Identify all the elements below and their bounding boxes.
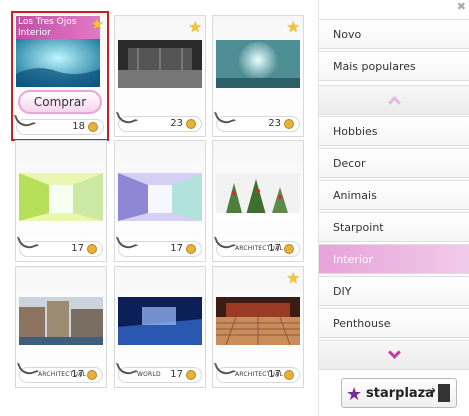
price-tag: WORLD 17: [115, 356, 202, 383]
starplaza-exit-button[interactable]: ★ starplaza →: [341, 378, 457, 408]
price-tag: 23: [115, 105, 202, 132]
price-tag: 17: [16, 230, 103, 257]
tag-hook-icon: [16, 356, 40, 378]
coin-icon: [87, 244, 97, 254]
room-thumbnail: [118, 173, 202, 221]
room-card[interactable]: 17: [15, 140, 107, 262]
exit-arrow-icon: →: [424, 383, 436, 399]
room-card[interactable]: ★ 23: [212, 15, 304, 137]
room-thumbnail: [118, 40, 202, 88]
sidebar-item-penthouse[interactable]: Penthouse: [319, 308, 469, 338]
sidebar-item-starpoint[interactable]: Starpoint: [319, 212, 469, 242]
price-tag: 18: [13, 108, 104, 135]
sidebar-item-novo[interactable]: Novo: [319, 19, 469, 49]
coin-icon: [284, 119, 294, 129]
room-card[interactable]: ARCHITECTUAL 17: [212, 140, 304, 262]
price-tag: ARCHITECTUAL 17: [213, 230, 300, 257]
room-card[interactable]: 17: [114, 140, 206, 262]
coin-icon: [88, 122, 98, 132]
tag-hook-icon: [115, 230, 139, 252]
room-card[interactable]: ★ ARCHITECTUAL 17: [212, 266, 304, 388]
room-thumbnail: [19, 297, 103, 345]
coin-icon: [186, 119, 196, 129]
room-card[interactable]: ARCHITECTUAL 17: [15, 266, 107, 388]
price-value: 18: [72, 121, 85, 132]
room-card[interactable]: Los Tres Ojos Interior ★ Comprar 18: [11, 11, 109, 141]
sidebar-item-animais[interactable]: Animais: [319, 180, 469, 210]
sidebar-item-diy[interactable]: DIY: [319, 276, 469, 306]
chevron-up-icon: [388, 96, 401, 109]
coin-icon: [87, 370, 97, 380]
room-thumbnail: [216, 40, 300, 88]
favorite-star-icon[interactable]: ★: [287, 18, 300, 36]
coin-icon: [186, 244, 196, 254]
chevron-down-icon: [388, 346, 401, 359]
sidebar-item-interior[interactable]: Interior: [319, 244, 469, 274]
favorite-star-icon[interactable]: ★: [91, 15, 104, 33]
scroll-down-button[interactable]: [319, 340, 469, 370]
starplaza-star-icon: ★: [346, 384, 363, 405]
price-value: 23: [268, 118, 281, 129]
room-thumbnail: [216, 173, 300, 221]
close-icon[interactable]: ✖: [457, 0, 466, 13]
price-tag: ARCHITECTUAL 17: [213, 356, 300, 383]
price-value: 17: [71, 369, 84, 380]
price-value: 17: [170, 243, 183, 254]
price-tag: 23: [213, 105, 300, 132]
coin-icon: [284, 370, 294, 380]
room-thumbnail: [118, 297, 202, 345]
sidebar-item-decor[interactable]: Decor: [319, 148, 469, 178]
room-thumbnail: [16, 39, 100, 87]
room-thumbnail: [216, 297, 300, 345]
sidebar-item-mais-populares[interactable]: Mais populares: [319, 51, 469, 81]
room-card[interactable]: WORLD 17: [114, 266, 206, 388]
price-tag: ARCHITECTUAL 17: [16, 356, 103, 383]
price-value: 17: [71, 243, 84, 254]
category-sidebar: ✖ Novo Mais populares Hobbies Decor Anim…: [318, 0, 469, 416]
door-icon: [438, 384, 450, 402]
sidebar-item-hobbies[interactable]: Hobbies: [319, 116, 469, 146]
price-value: 17: [268, 369, 281, 380]
room-thumbnail: [19, 173, 103, 221]
room-catalog-grid: Los Tres Ojos Interior ★ Comprar 18 ★ 23: [0, 0, 318, 416]
price-tag: 17: [115, 230, 202, 257]
price-value: 17: [170, 369, 183, 380]
scroll-up-button[interactable]: [319, 85, 469, 115]
tag-hook-icon: [213, 356, 237, 378]
price-value: 23: [170, 118, 183, 129]
tag-hook-icon: [213, 105, 237, 127]
favorite-star-icon[interactable]: ★: [287, 269, 300, 287]
favorite-star-icon[interactable]: ★: [189, 18, 202, 36]
coin-icon: [284, 244, 294, 254]
tag-hook-icon: [213, 230, 237, 252]
tag-hook-icon: [115, 356, 139, 378]
tag-hook-icon: [115, 105, 139, 127]
tag-hook-icon: [16, 230, 40, 252]
price-value: 17: [268, 243, 281, 254]
brand-label: WORLD: [137, 371, 161, 378]
room-card[interactable]: ★ 23: [114, 15, 206, 137]
coin-icon: [186, 370, 196, 380]
room-title: Los Tres Ojos Interior: [16, 16, 100, 40]
